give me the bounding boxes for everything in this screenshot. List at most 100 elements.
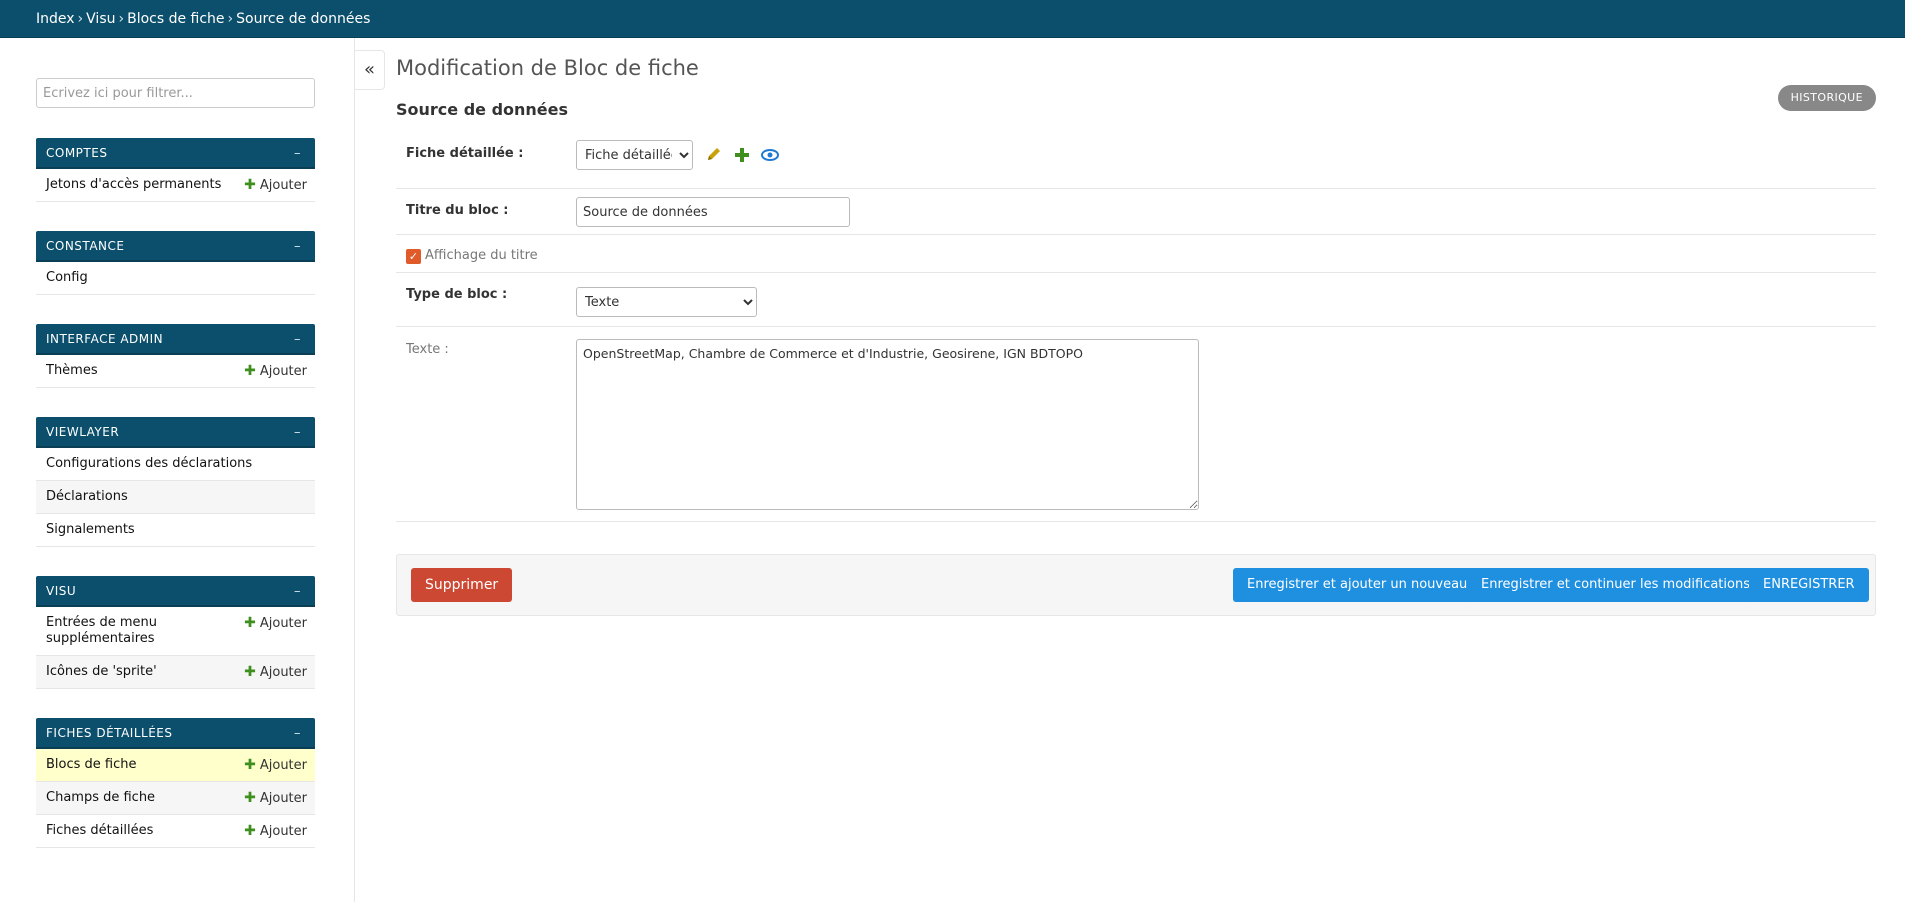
- add-link[interactable]: ✚ Ajouter: [244, 823, 307, 840]
- add-link[interactable]: ✚ Ajouter: [244, 615, 307, 632]
- sidebar-item-label: Config: [46, 270, 88, 285]
- sidebar-item-label: Blocs de fiche: [46, 757, 137, 772]
- plus-icon: ✚: [244, 177, 256, 193]
- save-button[interactable]: ENREGISTRER: [1749, 568, 1869, 602]
- add-link[interactable]: ✚ Ajouter: [244, 757, 307, 774]
- object-title: Source de données: [396, 100, 569, 119]
- module-title: INTERFACE ADMIN: [46, 332, 164, 346]
- sidebar-item-label: Déclarations: [46, 489, 128, 504]
- affichage-checkbox[interactable]: ✓: [406, 249, 421, 264]
- sidebar-item-label: Icônes de 'sprite': [46, 664, 157, 679]
- module-title: VIEWLAYER: [46, 425, 120, 439]
- collapse-icon[interactable]: –: [294, 718, 301, 749]
- sidebar-item-configurations-declarations[interactable]: Configurations des déclarations: [36, 448, 315, 481]
- save-add-button[interactable]: Enregistrer et ajouter un nouveau: [1233, 568, 1482, 602]
- type-select[interactable]: Texte: [576, 287, 757, 317]
- page-title: Modification de Bloc de fiche: [396, 56, 699, 80]
- add-label: Ajouter: [259, 791, 307, 806]
- eye-icon[interactable]: [760, 145, 780, 165]
- add-label: Ajouter: [259, 616, 307, 631]
- breadcrumb-blocs-de-fiche[interactable]: Blocs de fiche: [127, 11, 224, 27]
- module-header[interactable]: COMPTES –: [36, 138, 315, 169]
- plus-icon[interactable]: [732, 145, 752, 165]
- add-link[interactable]: ✚ Ajouter: [244, 363, 307, 380]
- sidebar-item-themes[interactable]: Thèmes ✚ Ajouter: [36, 355, 315, 388]
- module-visu: VISU – Entrées de menu supplémentaires ✚…: [36, 576, 315, 689]
- breadcrumb-separator: ›: [77, 11, 84, 27]
- sidebar-item-signalements[interactable]: Signalements: [36, 514, 315, 547]
- module-title: CONSTANCE: [46, 239, 125, 253]
- add-label: Ajouter: [259, 178, 307, 193]
- module-title: COMPTES: [46, 146, 108, 160]
- sidebar-item-label: Champs de fiche: [46, 790, 156, 805]
- affichage-label: Affichage du titre: [425, 248, 538, 263]
- breadcrumb-separator: ›: [227, 11, 234, 27]
- breadcrumb-index[interactable]: Index: [36, 11, 75, 27]
- module-header[interactable]: VIEWLAYER –: [36, 417, 315, 448]
- module-viewlayer: VIEWLAYER – Configurations des déclarati…: [36, 417, 315, 547]
- sidebar-item-label: Thèmes: [46, 363, 98, 378]
- sidebar-item-icones-sprite[interactable]: Icônes de 'sprite' ✚ Ajouter: [36, 656, 315, 689]
- plus-icon: ✚: [244, 615, 256, 631]
- sidebar-item-jetons[interactable]: Jetons d'accès permanents ✚ Ajouter: [36, 169, 315, 202]
- add-label: Ajouter: [259, 364, 307, 379]
- add-link[interactable]: ✚ Ajouter: [244, 790, 307, 807]
- sidebar-item-label: Configurations des déclarations: [46, 456, 253, 471]
- collapse-icon[interactable]: –: [294, 324, 301, 355]
- pencil-icon[interactable]: [704, 145, 724, 165]
- module-title: VISU: [46, 584, 77, 598]
- titre-input[interactable]: [576, 197, 850, 227]
- toggle-sidebar-button[interactable]: «: [355, 50, 385, 90]
- history-button[interactable]: HISTORIQUE: [1777, 85, 1876, 111]
- collapse-icon[interactable]: –: [294, 231, 301, 262]
- sidebar-item-blocs-de-fiche[interactable]: Blocs de fiche ✚ Ajouter: [36, 749, 315, 782]
- breadcrumb-visu[interactable]: Visu: [86, 11, 115, 27]
- plus-icon: ✚: [244, 757, 256, 773]
- add-link[interactable]: ✚ Ajouter: [244, 177, 307, 194]
- module-comptes: COMPTES – Jetons d'accès permanents ✚ Ajo…: [36, 138, 315, 202]
- sidebar-item-label: Entrées de menu supplémentaires: [46, 615, 158, 646]
- module-title: FICHES DÉTAILLÉES: [46, 726, 173, 740]
- sidebar-filter-input[interactable]: [36, 78, 315, 108]
- add-label: Ajouter: [259, 665, 307, 680]
- add-label: Ajouter: [259, 824, 307, 839]
- module-fiches-detaillees: FICHES DÉTAILLÉES – Blocs de fiche ✚ Ajou…: [36, 718, 315, 848]
- delete-button[interactable]: Supprimer: [411, 568, 513, 602]
- breadcrumb-current: Source de données: [236, 11, 371, 27]
- sidebar-item-label: Jetons d'accès permanents: [46, 177, 222, 192]
- sidebar-item-champs-de-fiche[interactable]: Champs de fiche ✚ Ajouter: [36, 782, 315, 815]
- sidebar-item-entrees-menu[interactable]: Entrées de menu supplémentaires ✚ Ajouter: [36, 607, 315, 656]
- sidebar: COMPTES – Jetons d'accès permanents ✚Ajo…: [0, 38, 355, 902]
- collapse-icon[interactable]: –: [294, 417, 301, 448]
- sidebar-item-label: Signalements: [46, 522, 135, 537]
- sidebar-item-label: Fiches détaillées: [46, 823, 154, 838]
- plus-icon: ✚: [244, 823, 256, 839]
- module-interface-admin: INTERFACE ADMIN – Thèmes ✚ Ajouter: [36, 324, 315, 388]
- add-label: Ajouter: [259, 758, 307, 773]
- form-row-affichage: [396, 235, 1876, 273]
- texte-label: Texte :: [406, 342, 449, 357]
- breadcrumb: Index › Visu › Blocs de fiche › Source de donn…: [0, 0, 1905, 38]
- module-header[interactable]: VISU –: [36, 576, 315, 607]
- sidebar-item-config[interactable]: Config: [36, 262, 315, 295]
- breadcrumb-separator: ›: [118, 11, 125, 27]
- plus-icon: ✚: [244, 664, 256, 680]
- module-constance: CONSTANCE – Config: [36, 231, 315, 295]
- module-header[interactable]: FICHES DÉTAILLÉES –: [36, 718, 315, 749]
- titre-label: Titre du bloc :: [406, 203, 509, 218]
- module-header[interactable]: INTERFACE ADMIN –: [36, 324, 315, 355]
- module-header[interactable]: CONSTANCE –: [36, 231, 315, 262]
- collapse-icon[interactable]: –: [294, 576, 301, 607]
- sidebar-item-fiches-detaillees[interactable]: Fiches détaillées ✚ Ajouter: [36, 815, 315, 848]
- fiche-label: Fiche détaillée :: [406, 146, 524, 161]
- fiche-select[interactable]: Fiche détaillée: [576, 140, 693, 170]
- texte-textarea[interactable]: OpenStreetMap, Chambre de Commerce et d'…: [576, 339, 1199, 510]
- collapse-icon[interactable]: –: [294, 138, 301, 169]
- add-link[interactable]: ✚ Ajouter: [244, 664, 307, 681]
- save-continue-button[interactable]: Enregistrer et continuer les modificatio…: [1467, 568, 1764, 602]
- plus-icon: ✚: [244, 790, 256, 806]
- submit-row: Supprimer Enregistrer et ajouter un nouv…: [396, 554, 1876, 616]
- plus-icon: ✚: [244, 363, 256, 379]
- sidebar-item-declarations[interactable]: Déclarations: [36, 481, 315, 514]
- type-label: Type de bloc :: [406, 287, 508, 302]
